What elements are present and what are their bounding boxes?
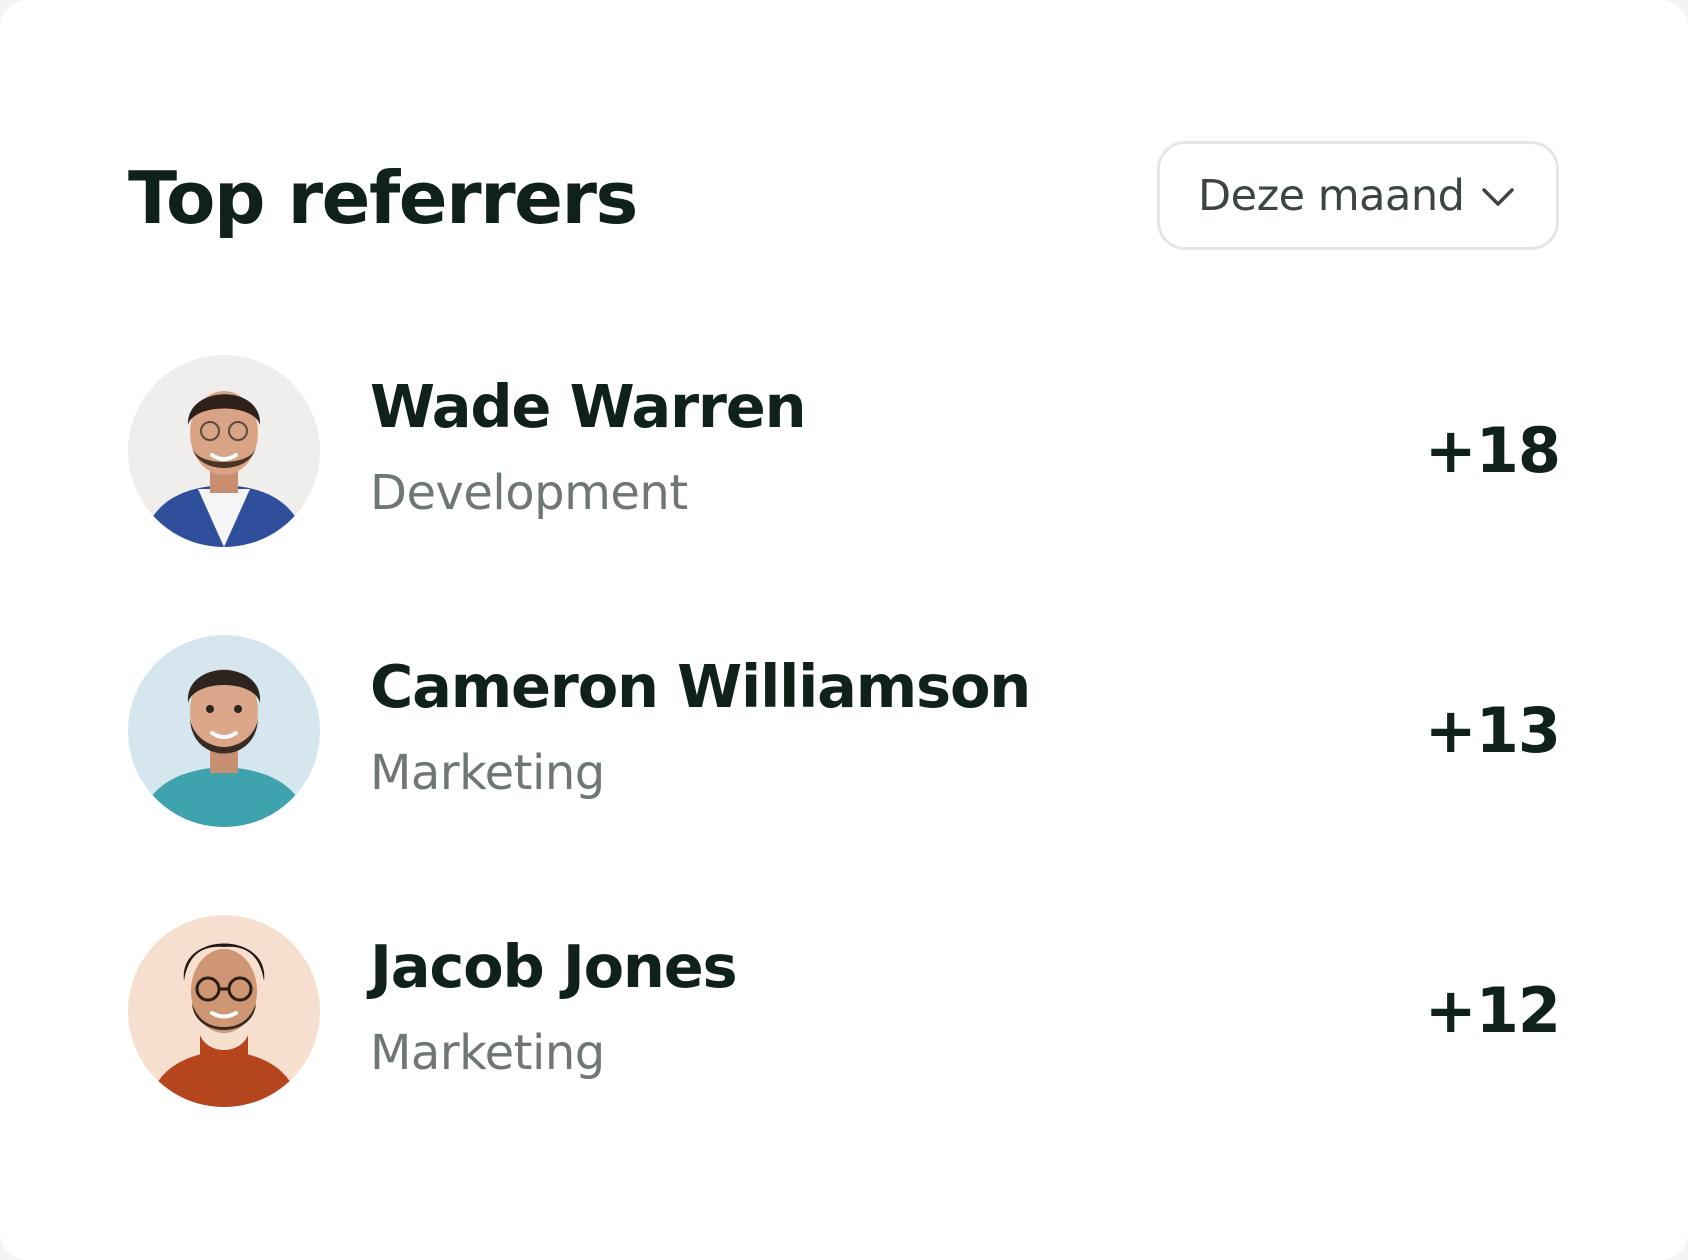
referrer-row[interactable]: Wade Warren Development +18 [128, 355, 1561, 547]
avatar [128, 355, 320, 547]
referrer-name: Wade Warren [370, 372, 807, 441]
card-title: Top referrers [128, 156, 638, 240]
avatar [128, 635, 320, 827]
referrer-name: Jacob Jones [370, 932, 738, 1001]
referral-count: +18 [1424, 414, 1561, 487]
avatar [128, 915, 320, 1107]
referral-count: +12 [1424, 974, 1561, 1047]
referrer-department: Marketing [370, 745, 605, 801]
referrer-row[interactable]: Cameron Williamson Marketing +13 [128, 635, 1561, 827]
referrer-name: Cameron Williamson [370, 652, 1031, 721]
referrer-department: Development [370, 465, 688, 521]
referrer-department: Marketing [370, 1025, 605, 1081]
period-dropdown-label: Deze maand [1198, 170, 1465, 221]
top-referrers-card: Top referrers Deze maand Wade Warren Dev… [0, 0, 1688, 1260]
referrer-row[interactable]: Jacob Jones Marketing +12 [128, 915, 1561, 1107]
referral-count: +13 [1424, 694, 1561, 767]
chevron-down-icon [1482, 188, 1514, 206]
period-dropdown[interactable]: Deze maand [1157, 141, 1559, 250]
